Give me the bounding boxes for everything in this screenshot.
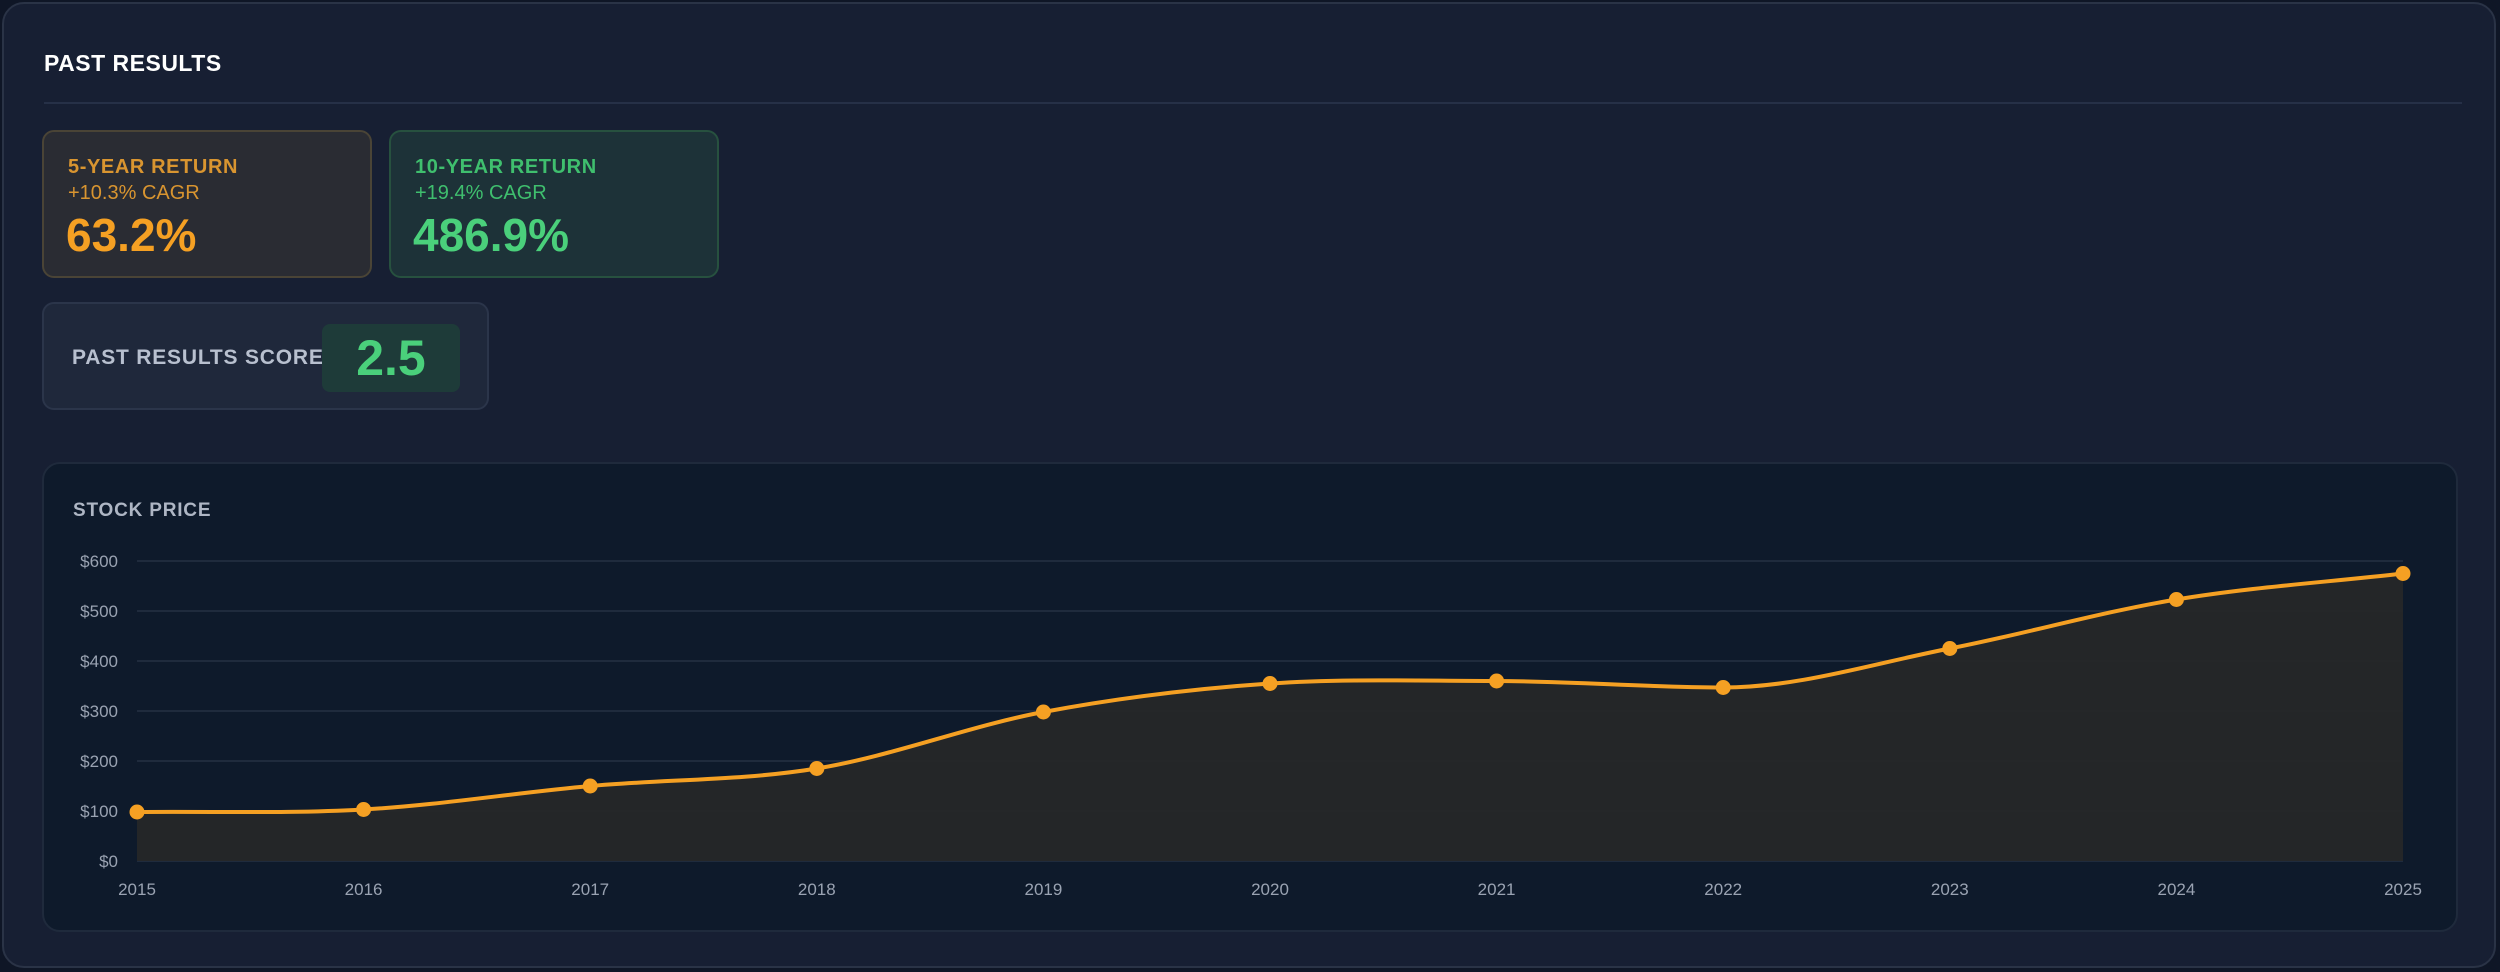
- section-title: PAST RESULTS: [44, 50, 222, 76]
- x-tick-label: 2020: [1251, 880, 1289, 899]
- data-point: [809, 761, 825, 776]
- x-tick-label: 2023: [1931, 880, 1969, 899]
- data-point: [2395, 566, 2411, 581]
- data-point: [1035, 704, 1051, 720]
- data-point: [1715, 680, 1731, 695]
- data-point: [2168, 592, 2184, 607]
- five-year-return-card: 5-YEAR RETURN +10.3% CAGR 63.2%: [42, 130, 372, 278]
- data-point: [356, 802, 372, 817]
- area-fill: [137, 573, 2403, 861]
- score-value-badge: 2.5: [322, 324, 460, 392]
- y-tick-label: $300: [80, 702, 118, 721]
- y-tick-label: $0: [99, 852, 118, 871]
- ten-year-return-label: 10-YEAR RETURN: [415, 156, 597, 178]
- five-year-cagr: +10.3% CAGR: [68, 182, 200, 204]
- x-tick-label: 2015: [118, 880, 156, 899]
- y-tick-label: $500: [80, 602, 118, 621]
- data-point: [1489, 673, 1505, 689]
- stock-price-chart: $0 $100 $200 $300 $400 $500 $600 2015 2016 2017 20…: [80, 552, 2422, 899]
- ten-year-return-card: 10-YEAR RETURN +19.4% CAGR 486.9%: [389, 130, 719, 278]
- x-tick-label: 2021: [1478, 880, 1516, 899]
- data-point: [582, 778, 598, 794]
- five-year-return-value: 63.2%: [66, 209, 197, 261]
- data-point: [1262, 676, 1278, 691]
- y-tick-label: $600: [80, 552, 118, 571]
- ten-year-cagr: +19.4% CAGR: [415, 182, 547, 204]
- divider: [44, 102, 2462, 104]
- x-tick-label: 2024: [2157, 880, 2195, 899]
- y-tick-label: $200: [80, 752, 118, 771]
- y-tick-label: $400: [80, 652, 118, 671]
- five-year-return-label: 5-YEAR RETURN: [68, 156, 239, 178]
- data-point: [129, 804, 145, 820]
- x-tick-label: 2025: [2384, 880, 2422, 899]
- x-tick-label: 2016: [345, 880, 383, 899]
- y-tick-label: $100: [80, 802, 118, 821]
- data-point: [1942, 641, 1958, 656]
- stock-price-chart-card: STOCK PRICE $0 $100 $200 $300 $400 $500 $600 20…: [42, 462, 2458, 932]
- x-tick-label: 2022: [1704, 880, 1742, 899]
- past-results-score-card: PAST RESULTS SCORE 2.5: [42, 302, 489, 410]
- x-tick-label: 2017: [571, 880, 609, 899]
- score-label: PAST RESULTS SCORE: [72, 346, 324, 369]
- x-tick-label: 2018: [798, 880, 836, 899]
- ten-year-return-value: 486.9%: [413, 209, 570, 261]
- x-tick-label: 2019: [1024, 880, 1062, 899]
